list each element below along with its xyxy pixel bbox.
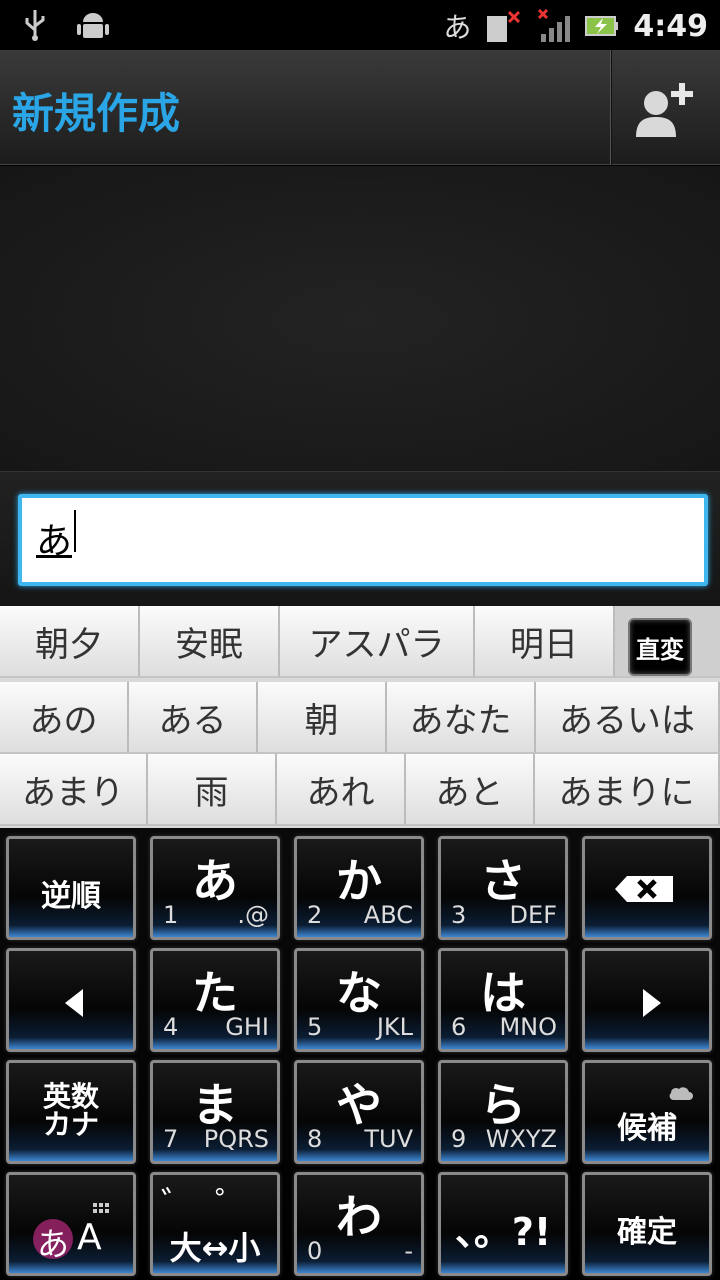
clock: 4:49 bbox=[633, 8, 708, 44]
usb-icon bbox=[25, 10, 45, 41]
candidate-item[interactable]: 安眠 bbox=[140, 606, 280, 678]
candidates-key[interactable]: 候補 bbox=[582, 1060, 712, 1164]
composing-text: あ bbox=[36, 521, 73, 562]
direct-convert-button[interactable]: 直変 bbox=[628, 618, 692, 676]
android-debug-icon bbox=[77, 13, 109, 38]
key-sub-label: WXYZ bbox=[485, 1125, 557, 1153]
status-bar: あ 4:49 bbox=[0, 0, 720, 50]
candidate-item[interactable]: アスパラ bbox=[280, 606, 475, 678]
key-sub-label: TUV bbox=[364, 1125, 413, 1153]
title-bar: 新規作成 bbox=[0, 50, 720, 165]
key-number: 4 bbox=[163, 1013, 179, 1041]
key-sub-label: DEF bbox=[509, 901, 557, 929]
candidate-item[interactable]: 朝夕 bbox=[0, 606, 140, 678]
key-number: 9 bbox=[451, 1125, 467, 1153]
key-number: 8 bbox=[307, 1125, 323, 1153]
reverse-key-label: 逆順 bbox=[41, 879, 101, 914]
compose-area: あ bbox=[0, 471, 720, 606]
key-sub-label: - bbox=[404, 1237, 413, 1265]
key-sub-label: GHI bbox=[225, 1013, 269, 1041]
alnum-label: 英数 bbox=[42, 1080, 99, 1113]
mode-alpha-label: A bbox=[77, 1217, 102, 1258]
confirm-key-label: 確定 bbox=[617, 1215, 677, 1250]
key-sub-label: JKL bbox=[376, 1013, 413, 1041]
kana-key-sa[interactable]: さ 3 DEF bbox=[438, 836, 568, 940]
cursor-right-key[interactable] bbox=[582, 948, 712, 1052]
alnum-kana-key[interactable]: 英数 カナ bbox=[6, 1060, 136, 1164]
text-caret bbox=[74, 510, 76, 552]
ime-indicator: あ bbox=[443, 11, 472, 44]
candidate-item[interactable]: 明日 bbox=[475, 606, 615, 678]
mode-kana-label: あ bbox=[37, 1225, 70, 1263]
no-signal-icon bbox=[538, 8, 571, 42]
key-number: 0 bbox=[307, 1237, 323, 1265]
message-input[interactable]: あ bbox=[18, 494, 708, 586]
candidate-item[interactable]: あまり bbox=[0, 754, 148, 826]
page-title: 新規作成 bbox=[12, 89, 181, 138]
size-toggle-label: 大↔小 bbox=[169, 1229, 261, 1267]
key-sub-label: PQRS bbox=[203, 1125, 269, 1153]
no-sim-icon bbox=[487, 10, 521, 42]
add-contact-icon bbox=[636, 83, 693, 137]
alnum-kana-key-label: 英数 カナ bbox=[9, 1083, 133, 1139]
candidate-item[interactable]: あの bbox=[0, 682, 129, 754]
candidate-item[interactable]: あと bbox=[406, 754, 535, 826]
kana-key-ya[interactable]: や 8 TUV bbox=[294, 1060, 424, 1164]
candidate-area: 朝夕 安眠 アスパラ 明日 直変 あの ある 朝 あなた あるいは あまり 雨 … bbox=[0, 606, 720, 828]
candidate-item[interactable]: あるいは bbox=[536, 682, 720, 754]
grid-icon bbox=[33, 1203, 109, 1259]
backspace-key[interactable] bbox=[582, 836, 712, 940]
add-contact-button[interactable] bbox=[630, 75, 700, 145]
key-sub-label: ABC bbox=[363, 901, 413, 929]
kana-key-ta[interactable]: た 4 GHI bbox=[150, 948, 280, 1052]
candidates-key-label: 候補 bbox=[617, 1111, 677, 1146]
candidate-item[interactable]: あれ bbox=[277, 754, 406, 826]
kana-label: カナ bbox=[42, 1108, 99, 1141]
kana-key-ra[interactable]: ら 9 WXYZ bbox=[438, 1060, 568, 1164]
punctuation-key-label: 、。?! bbox=[454, 1210, 552, 1254]
candidate-row-1: 朝夕 安眠 アスパラ 明日 bbox=[0, 606, 720, 678]
key-sub-label: MNO bbox=[499, 1013, 557, 1041]
backspace-icon bbox=[615, 876, 673, 902]
cursor-left-key[interactable] bbox=[6, 948, 136, 1052]
key-number: 1 bbox=[163, 901, 179, 929]
message-area bbox=[0, 166, 720, 471]
input-mode-key[interactable]: あ A bbox=[6, 1172, 136, 1276]
key-sub-label: .@ bbox=[237, 901, 269, 929]
key-number: 5 bbox=[307, 1013, 323, 1041]
key-number: 3 bbox=[451, 901, 467, 929]
candidate-item[interactable]: あなた bbox=[387, 682, 536, 754]
title-separator bbox=[610, 50, 612, 165]
punctuation-key[interactable]: 、。?! bbox=[438, 1172, 568, 1276]
soft-keyboard: 逆順 あ 1 .@ か 2 ABC さ 3 DEF た 4 GHI な 5 JK… bbox=[0, 828, 720, 1280]
dakuten-size-key[interactable]: ゛゜ 大↔小 bbox=[150, 1172, 280, 1276]
candidate-item[interactable]: 雨 bbox=[148, 754, 277, 826]
key-number: 6 bbox=[451, 1013, 467, 1041]
confirm-key[interactable]: 確定 bbox=[582, 1172, 712, 1276]
candidate-item[interactable]: 朝 bbox=[258, 682, 387, 754]
kana-key-ha[interactable]: は 6 MNO bbox=[438, 948, 568, 1052]
kana-key-wa[interactable]: わ 0 - bbox=[294, 1172, 424, 1276]
candidate-row-3: あまり 雨 あれ あと あまりに bbox=[0, 754, 720, 826]
kana-key-na[interactable]: な 5 JKL bbox=[294, 948, 424, 1052]
battery-charging-icon bbox=[585, 16, 619, 36]
candidate-row-2: あの ある 朝 あなた あるいは bbox=[0, 682, 720, 754]
candidate-item[interactable]: ある bbox=[129, 682, 258, 754]
candidate-item[interactable]: あまりに bbox=[535, 754, 720, 826]
kana-key-ka[interactable]: か 2 ABC bbox=[294, 836, 424, 940]
dakuten-label: ゛゜ bbox=[161, 1185, 269, 1225]
kana-key-ma[interactable]: ま 7 PQRS bbox=[150, 1060, 280, 1164]
reverse-key[interactable]: 逆順 bbox=[6, 836, 136, 940]
arrow-left-icon bbox=[65, 989, 83, 1017]
key-number: 7 bbox=[163, 1125, 179, 1153]
kana-key-a[interactable]: あ 1 .@ bbox=[150, 836, 280, 940]
arrow-right-icon bbox=[643, 989, 661, 1017]
key-number: 2 bbox=[307, 901, 323, 929]
